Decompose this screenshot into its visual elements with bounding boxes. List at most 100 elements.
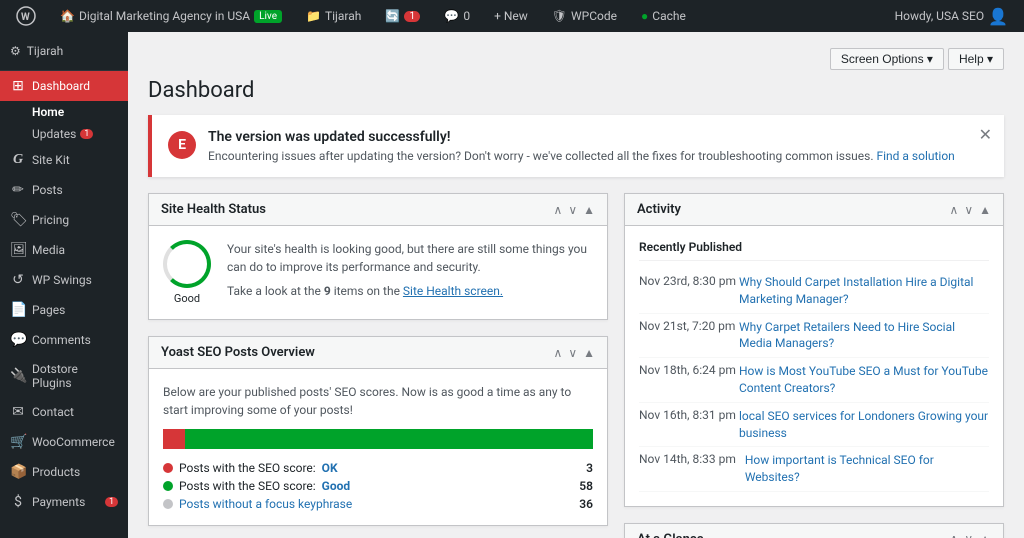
activity-date-3: Nov 16th, 8:31 pm [639,408,729,442]
woocommerce-icon: 🛒 [10,434,26,450]
site-health-link[interactable]: Site Health screen. [403,284,503,298]
activity-widget: Activity ∧ ∨ ▲ Recently Published Nov 23… [624,193,1004,507]
theme-name: Tijarah [325,9,361,23]
sidebar-item-products[interactable]: 📦 Products [0,457,128,487]
sidebar-sub-home[interactable]: Home [0,101,128,123]
site-home-item[interactable]: 🏠 Digital Marketing Agency in USA Live [52,0,290,32]
media-icon: 🖼 [10,242,26,258]
seo-collapse-button[interactable]: ∧ [554,346,563,360]
wpcode-item[interactable]: 🛡 WPCode [544,0,625,32]
activity-link-0[interactable]: Why Should Carpet Installation Hire a Di… [739,274,989,308]
comments-icon: 💬 [444,9,459,23]
sidebar-item-media[interactable]: 🖼 Media [0,235,128,265]
howdy-item[interactable]: Howdy, USA SEO 👤 [887,0,1016,32]
wp-logo-item[interactable]: W [8,0,44,32]
activity-date-4: Nov 14th, 8:33 pm [639,452,735,486]
seo-ok-count: 3 [586,461,593,475]
seo-body: Below are your published posts' SEO scor… [149,369,607,525]
products-icon: 📦 [10,464,26,480]
cache-label: Cache [652,9,686,23]
activity-collapse-button[interactable]: ∧ [950,203,959,217]
activity-controls: ∧ ∨ ▲ [950,203,991,217]
new-item[interactable]: + New [486,0,536,32]
site-health-expand-button[interactable]: ∨ [568,203,577,217]
activity-date-1: Nov 21st, 7:20 pm [639,319,729,353]
updates-item[interactable]: 🔄 1 [377,0,428,32]
sidebar-pages-label: Pages [32,303,65,317]
dashboard-columns: Site Health Status ∧ ∨ ▲ Good [148,193,1004,538]
wpcode-icon: 🛡 [552,9,567,23]
site-health-controls: ∧ ∨ ▲ [554,203,595,217]
seo-legend-good: Posts with the SEO score: Good 58 [163,479,593,493]
activity-item-2: Nov 18th, 6:24 pm How is Most YouTube SE… [639,358,989,403]
seo-bar [163,429,593,449]
sidebar-dashboard-label: Dashboard [32,79,90,93]
activity-link-2[interactable]: How is Most YouTube SEO a Must for YouTu… [739,363,989,397]
notification-body: Encountering issues after updating the v… [208,149,955,163]
activity-widget-header: Activity ∧ ∨ ▲ [625,194,1003,226]
help-button[interactable]: Help ▾ [948,48,1004,70]
seo-nofocus-link[interactable]: Posts without a focus keyphrase [179,497,352,511]
seo-good-link[interactable]: Good [322,479,350,493]
seo-widget-title: Yoast SEO Posts Overview [161,345,315,360]
notification-icon: E [168,131,196,159]
activity-body: Recently Published Nov 23rd, 8:30 pm Why… [625,226,1003,506]
sidebar-media-label: Media [32,243,65,257]
main-content: Screen Options ▾ Help ▾ Dashboard E The … [128,32,1024,538]
sidebar-products-label: Products [32,465,80,479]
seo-nofocus-count: 36 [579,497,593,511]
sidebar-logo-label: Tijarah [27,44,63,58]
seo-bar-red [163,429,185,449]
theme-item[interactable]: 📁 Tijarah [298,0,369,32]
sidebar-item-pricing[interactable]: 🏷 Pricing [0,205,128,235]
comments-item[interactable]: 💬 0 [436,0,478,32]
dot-green [163,481,173,491]
activity-expand-button[interactable]: ∨ [964,203,973,217]
sidebar-item-wpswings[interactable]: ↺ WP Swings [0,265,128,295]
site-health-drag-handle[interactable]: ▲ [583,203,595,217]
sidebar-item-dashboard[interactable]: ⊞ Dashboard [0,71,128,101]
activity-widget-title: Activity [637,202,681,217]
notification-link[interactable]: Find a solution [876,149,954,163]
sidebar-wpswings-label: WP Swings [32,273,92,287]
seo-ok-link[interactable]: OK [322,461,338,475]
posts-icon: ✏ [10,182,26,198]
sidebar-item-sitekit[interactable]: G Site Kit [0,145,128,175]
sidebar-item-dotstore[interactable]: 🔌 Dotstore Plugins [0,355,128,397]
seo-bar-green [185,429,594,449]
site-health-collapse-button[interactable]: ∧ [554,203,563,217]
seo-drag-handle[interactable]: ▲ [583,346,595,360]
sidebar-sub-updates[interactable]: Updates 1 [0,123,128,145]
sidebar-item-posts[interactable]: ✏ Posts [0,175,128,205]
glance-collapse-button[interactable]: ∧ [950,532,959,538]
comments-count: 0 [463,9,470,23]
dashboard-col-right: Activity ∧ ∨ ▲ Recently Published Nov 23… [624,193,1004,538]
dashboard-col-left: Site Health Status ∧ ∨ ▲ Good [148,193,608,538]
sidebar-item-comments[interactable]: 💬 Comments [0,325,128,355]
cache-dot: ● [641,9,648,23]
pages-icon: 📄 [10,302,26,318]
updates-count: 1 [404,11,420,22]
home-icon: 🏠 [60,9,75,23]
glance-expand-button[interactable]: ∨ [964,532,973,538]
activity-link-4[interactable]: How important is Technical SEO for Websi… [745,452,989,486]
sidebar-item-woocommerce[interactable]: 🛒 WooCommerce [0,427,128,457]
health-text: Your site's health is looking good, but … [227,240,593,300]
home-sub-label: Home [32,105,64,119]
sidebar-item-pages[interactable]: 📄 Pages [0,295,128,325]
page-title: Dashboard [148,78,1004,103]
sidebar-item-contact[interactable]: ✉ Contact [0,397,128,427]
notification-close-button[interactable]: ✕ [979,125,992,144]
site-health-widget-header: Site Health Status ∧ ∨ ▲ [149,194,607,226]
activity-link-1[interactable]: Why Carpet Retailers Need to Hire Social… [739,319,989,353]
activity-drag-handle[interactable]: ▲ [979,203,991,217]
glance-drag-handle[interactable]: ▲ [979,532,991,538]
sidebar-item-payments[interactable]: $ Payments 1 [0,487,128,517]
activity-link-3[interactable]: local SEO services for Londoners Growing… [739,408,989,442]
sidebar-comments-label: Comments [32,333,91,347]
notification-banner: E The version was updated successfully! … [148,115,1004,177]
cache-item[interactable]: ● Cache [633,0,694,32]
sidebar-logo[interactable]: ⚙ Tijarah [0,32,128,71]
screen-options-button[interactable]: Screen Options ▾ [830,48,944,70]
seo-expand-button[interactable]: ∨ [568,346,577,360]
